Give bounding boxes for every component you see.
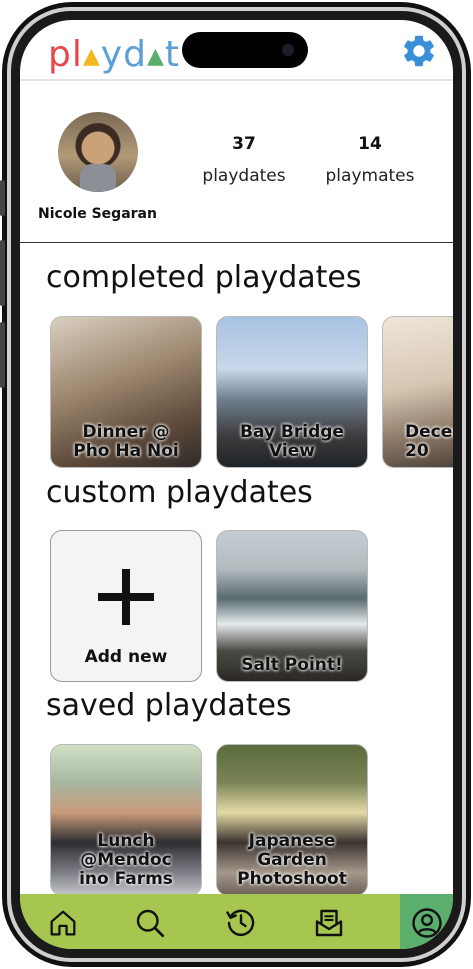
volume-down-button — [0, 322, 5, 388]
custom-card-salt-point[interactable]: Salt Point! — [216, 530, 368, 682]
logo-letter: ▲ — [146, 44, 165, 69]
add-new-label: Add new — [84, 647, 168, 667]
card-caption: Lunch @Mendoc ino Farms — [79, 831, 173, 889]
custom-section-title: custom playdates — [46, 475, 313, 510]
logo-letter: ▲ — [82, 44, 101, 69]
profile-icon[interactable] — [400, 894, 453, 949]
logo-letter: p — [48, 34, 72, 75]
playdates-label: playdates — [202, 166, 286, 186]
completed-card-december[interactable]: Decem 20 — [382, 316, 453, 468]
camera-icon — [282, 44, 294, 56]
logo-letter: y — [100, 34, 124, 75]
app-logo: pl▲yd▲t — [48, 34, 180, 75]
card-caption: Dinner @ Pho Ha Noi — [73, 422, 179, 461]
completed-card-pho-ha-noi[interactable]: Dinner @ Pho Ha Noi — [50, 316, 202, 468]
card-caption: Decem 20 — [405, 422, 453, 461]
avatar[interactable] — [58, 112, 138, 192]
add-new-button[interactable]: Add new — [50, 530, 202, 682]
profile-name: Nicole Segaran — [38, 206, 157, 222]
card-caption: Bay Bridge View — [240, 422, 344, 461]
bottom-nav — [20, 894, 453, 949]
search-icon[interactable] — [121, 894, 179, 949]
completed-section-title: completed playdates — [46, 260, 362, 295]
dynamic-island — [182, 32, 308, 68]
settings-gear-icon[interactable] — [400, 32, 438, 70]
saved-card-mendocino-farms[interactable]: Lunch @Mendoc ino Farms — [50, 744, 202, 896]
history-icon[interactable] — [212, 894, 270, 949]
playmates-label: playmates — [325, 166, 415, 186]
card-caption: Japanese Garden Photoshoot — [237, 831, 347, 889]
logo-letter: t — [164, 34, 181, 75]
side-button — [0, 180, 5, 216]
logo-letter: d — [123, 34, 147, 75]
phone-frame: pl▲yd▲t Nicole Segaran 37 playdates 14 p… — [0, 0, 473, 969]
saved-card-japanese-garden[interactable]: Japanese Garden Photoshoot — [216, 744, 368, 896]
header-divider — [20, 79, 453, 81]
inbox-icon[interactable] — [300, 894, 358, 949]
app-screen: pl▲yd▲t Nicole Segaran 37 playdates 14 p… — [20, 20, 453, 949]
profile-divider — [20, 242, 453, 243]
logo-letter: l — [71, 34, 83, 75]
playmates-count: 14 — [358, 134, 382, 154]
saved-section-title: saved playdates — [46, 688, 292, 723]
completed-card-bay-bridge[interactable]: Bay Bridge View — [216, 316, 368, 468]
playdates-count: 37 — [232, 134, 256, 154]
volume-up-button — [0, 240, 5, 306]
card-caption: Salt Point! — [241, 655, 343, 675]
home-icon[interactable] — [34, 894, 92, 949]
